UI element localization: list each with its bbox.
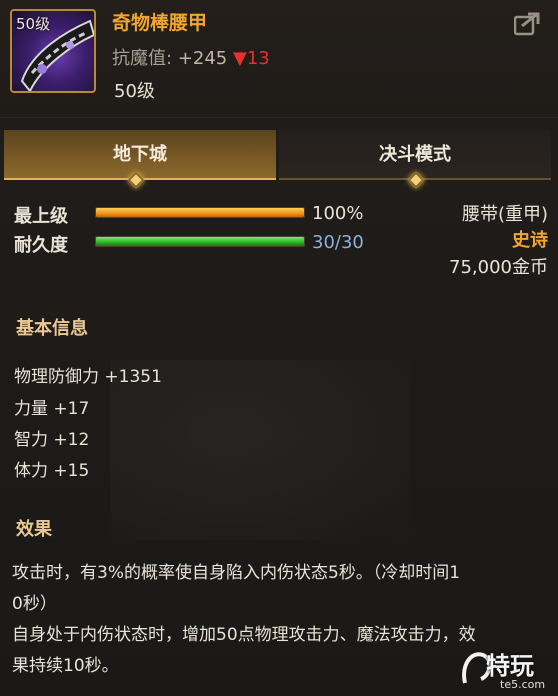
item-tooltip-panel: 50级 奇物棒腰甲 抗魔值: +245 ▼13 50级 地下城 决斗模式 最上级… <box>0 0 558 696</box>
effect-line: 0秒） <box>12 594 57 614</box>
required-level: 50级 <box>114 81 155 102</box>
durability-value: 30/30 <box>312 232 364 253</box>
grade-label: 最上级 <box>14 206 68 227</box>
effect-line: 攻击时，有3%的概率使自身陷入内伤状态5秒。（冷却时间1 <box>12 563 461 583</box>
item-price: 75,000金币 <box>449 257 548 278</box>
item-icon: 50级 <box>10 9 96 93</box>
background-decoration <box>110 360 410 540</box>
grade-bar-fill <box>96 208 304 217</box>
durability-bar-fill <box>96 237 304 246</box>
durability-bar <box>95 236 305 247</box>
item-name: 奇物棒腰甲 <box>112 12 208 34</box>
share-icon[interactable] <box>513 12 540 36</box>
grade-bar <box>95 207 305 218</box>
item-rarity: 史诗 <box>512 230 548 251</box>
stat-line: 智力 +12 <box>14 430 90 450</box>
stat-plus: +245 <box>177 48 228 69</box>
main-stat: 抗魔值: +245 ▼13 <box>112 44 270 70</box>
stat-line: 体力 +15 <box>14 461 90 481</box>
mode-tabs: 地下城 决斗模式 <box>4 130 554 182</box>
down-arrow-icon: ▼ <box>233 48 247 69</box>
item-header: 50级 奇物棒腰甲 抗魔值: +245 ▼13 50级 <box>0 0 558 118</box>
basic-info-title: 基本信息 <box>16 318 88 339</box>
stat-line: 物理防御力 +1351 <box>14 367 162 387</box>
durability-label: 耐久度 <box>14 235 68 256</box>
stat-label: 抗魔值: <box>112 48 173 69</box>
item-type: 腰带(重甲) <box>461 204 548 225</box>
icon-level: 50级 <box>16 15 51 33</box>
stat-line: 力量 +17 <box>14 399 90 419</box>
effect-title: 效果 <box>16 519 52 540</box>
tab-dungeon[interactable]: 地下城 <box>4 130 276 180</box>
watermark-text: 特玩 <box>486 652 534 680</box>
stat-diff: 13 <box>246 48 270 69</box>
grade-value: 100% <box>312 203 364 224</box>
watermark-sub: te5.com <box>500 678 546 691</box>
